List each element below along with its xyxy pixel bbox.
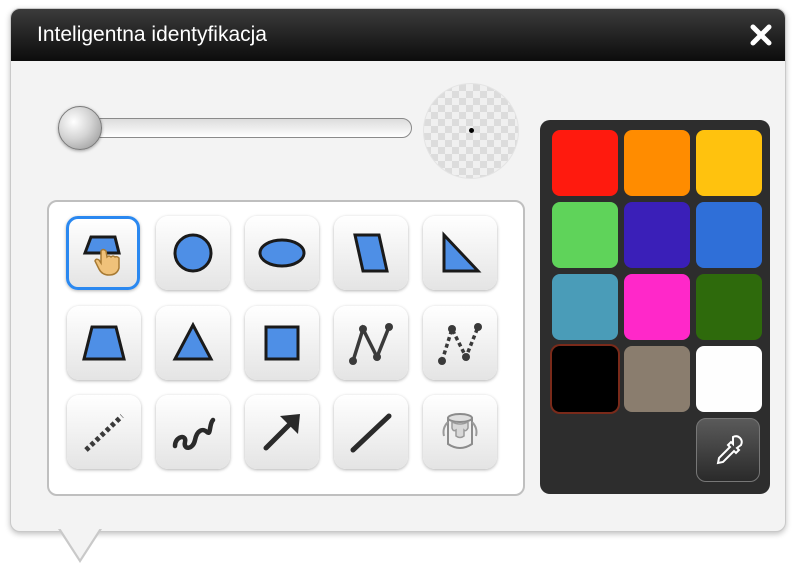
paint-bucket-icon [442, 413, 478, 449]
color-swatch-teal[interactable] [552, 274, 618, 340]
color-swatch-magenta[interactable] [624, 274, 690, 340]
shape-tools-panel [47, 200, 525, 496]
callout-pointer-fill [60, 528, 100, 559]
arrow-icon [263, 414, 300, 451]
right-triangle-icon [442, 231, 482, 273]
color-swatch-taupe[interactable] [624, 346, 690, 412]
tool-right-triangle[interactable] [423, 216, 497, 290]
color-swatch-blue[interactable] [696, 202, 762, 268]
tool-polyline[interactable] [334, 306, 408, 380]
tool-circle[interactable] [156, 216, 230, 290]
slider-thumb[interactable] [58, 106, 102, 150]
freehand-icon [172, 417, 216, 450]
color-swatch-red[interactable] [552, 130, 618, 196]
color-swatch-indigo[interactable] [624, 202, 690, 268]
color-swatch-orange[interactable] [624, 130, 690, 196]
tool-trapezoid[interactable] [67, 306, 141, 380]
tool-freehand[interactable] [156, 395, 230, 469]
eyedropper-button[interactable] [696, 418, 760, 482]
line-icon [350, 413, 392, 453]
panel-title: Inteligentna identyfikacja [37, 23, 267, 46]
circle-icon [173, 233, 213, 273]
parallelogram-icon [353, 233, 389, 273]
color-swatch-dark-green[interactable] [696, 274, 762, 340]
slider-track[interactable] [68, 118, 412, 138]
triangle-icon [172, 321, 214, 361]
tool-line[interactable] [334, 395, 408, 469]
close-icon [750, 24, 772, 46]
square-icon [264, 325, 300, 361]
title-bar[interactable]: Inteligentna identyfikacja [11, 9, 785, 61]
preview-dot [469, 128, 474, 133]
tool-square[interactable] [245, 306, 319, 380]
polyline-icon [349, 323, 393, 365]
tool-dashed-line[interactable] [67, 395, 141, 469]
color-swatch-green[interactable] [552, 202, 618, 268]
tool-arrow[interactable] [245, 395, 319, 469]
color-swatch-white[interactable] [696, 346, 762, 412]
tool-parallelogram[interactable] [334, 216, 408, 290]
color-palette [540, 120, 770, 494]
tool-dashed-polyline[interactable] [423, 306, 497, 380]
eyedropper-icon [716, 435, 743, 465]
tool-smart-shape[interactable] [66, 216, 140, 290]
dashed-polyline-icon [438, 323, 482, 365]
dashed-line-icon [84, 414, 124, 452]
tool-ellipse[interactable] [245, 216, 319, 290]
close-button[interactable] [745, 19, 777, 51]
line-width-slider[interactable] [58, 106, 412, 150]
trapezoid-icon [82, 325, 126, 361]
smart-shape-hand-icon [82, 235, 121, 276]
ellipse-icon [258, 238, 306, 268]
tool-fill[interactable] [423, 395, 497, 469]
color-swatch-black[interactable] [552, 346, 618, 412]
tool-triangle[interactable] [156, 306, 230, 380]
color-swatch-yellow[interactable] [696, 130, 762, 196]
line-width-preview [423, 83, 519, 179]
